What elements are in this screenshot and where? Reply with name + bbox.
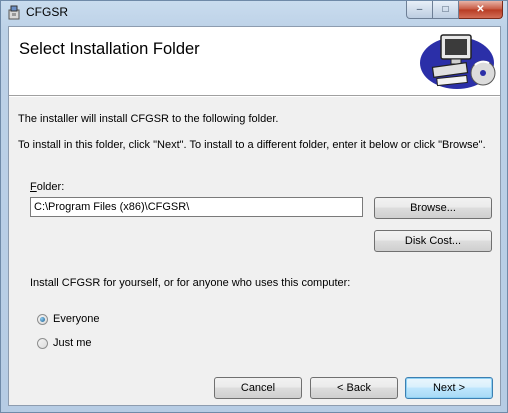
install-for-prompt: Install CFGSR for yourself, or for anyon… xyxy=(30,277,351,289)
title-bar[interactable]: CFGSR – □ ✕ xyxy=(1,1,507,25)
back-button[interactable]: < Back xyxy=(310,377,398,399)
computer-with-cd-icon xyxy=(420,34,496,89)
instructions-text: To install in this folder, click "Next".… xyxy=(18,139,486,151)
banner-divider-highlight xyxy=(9,96,500,97)
page-title: Select Installation Folder xyxy=(19,40,200,58)
browse-button[interactable]: Browse... xyxy=(374,197,492,219)
radio-everyone-label[interactable]: Everyone xyxy=(53,313,99,325)
header-banner: Select Installation Folder xyxy=(9,27,500,95)
close-icon: ✕ xyxy=(476,4,485,15)
minimize-button[interactable]: – xyxy=(406,1,433,19)
disk-cost-button[interactable]: Disk Cost... xyxy=(374,230,492,252)
radio-just-me-circle[interactable] xyxy=(37,337,48,349)
window-title: CFGSR xyxy=(26,5,68,19)
folder-path-input[interactable] xyxy=(30,197,363,217)
close-button[interactable]: ✕ xyxy=(459,1,503,19)
folder-label-accelerator: F xyxy=(30,181,37,193)
maximize-icon: □ xyxy=(442,4,449,15)
installer-window: CFGSR – □ ✕ Select Installation Folder T… xyxy=(0,0,508,413)
maximize-button[interactable]: □ xyxy=(433,1,459,19)
intro-text: The installer will install CFGSR to the … xyxy=(18,113,279,125)
minimize-icon: – xyxy=(416,4,423,15)
dialog-client-area: Select Installation Folder The installer… xyxy=(8,26,501,406)
folder-label: Folder: xyxy=(30,181,64,193)
radio-just-me[interactable]: Just me xyxy=(37,337,92,349)
folder-label-text: older: xyxy=(36,181,65,193)
caption-buttons: – □ ✕ xyxy=(406,1,503,19)
next-button[interactable]: Next > xyxy=(405,377,493,399)
installer-package-icon xyxy=(8,5,20,20)
cancel-button[interactable]: Cancel xyxy=(214,377,302,399)
radio-everyone[interactable]: Everyone xyxy=(37,313,99,325)
radio-just-me-label[interactable]: Just me xyxy=(53,337,92,349)
radio-everyone-circle[interactable] xyxy=(37,313,48,325)
